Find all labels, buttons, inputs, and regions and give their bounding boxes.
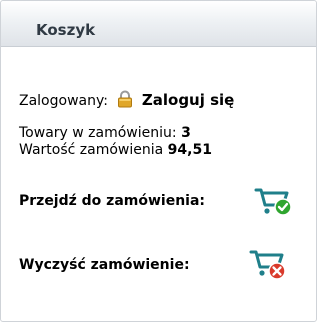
order-value-row: Wartość zamówienia 94,51 <box>19 142 212 159</box>
checkout-link[interactable]: Przejdź do zamówienia: <box>19 193 205 209</box>
order-summary: Towary w zamówieniu: 3 Wartość zamówieni… <box>19 125 212 159</box>
login-status: Zalogowany: Zaloguj się <box>19 90 234 112</box>
items-count-row: Towary w zamówieniu: 3 <box>19 125 212 142</box>
items-count-label: Towary w zamówieniu: <box>19 125 177 141</box>
login-link[interactable]: Zaloguj się <box>142 91 234 109</box>
cart-panel-title: Koszyk <box>36 21 96 39</box>
cart-panel-header: Koszyk <box>1 1 316 47</box>
lock-icon <box>116 90 134 112</box>
items-count-value: 3 <box>181 125 191 141</box>
login-label: Zalogowany: <box>19 93 108 109</box>
order-value-label: Wartość zamówienia <box>19 142 164 158</box>
cart-checkout-icon[interactable] <box>254 184 294 222</box>
order-value: 94,51 <box>167 142 212 158</box>
cart-panel: Koszyk Zalogowany: Zaloguj się Towary w … <box>0 0 317 322</box>
cart-clear-icon[interactable] <box>249 246 289 286</box>
clear-order-link[interactable]: Wyczyść zamówienie: <box>19 257 190 273</box>
